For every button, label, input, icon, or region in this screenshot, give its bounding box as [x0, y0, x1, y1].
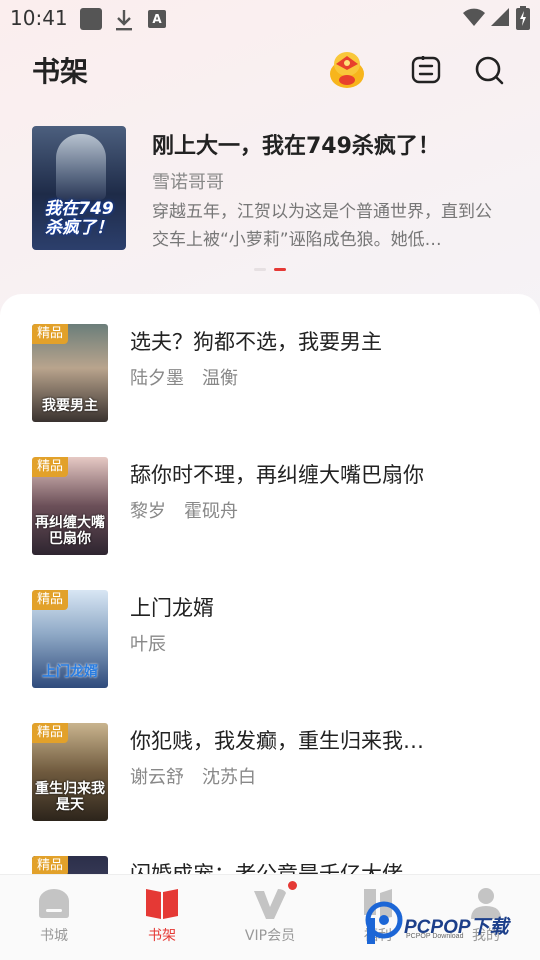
nav-label: 书城 [40, 928, 68, 944]
book-title: 闪婚成宠：老公竟是千亿大佬 [130, 862, 403, 874]
premium-badge: 精品 [32, 856, 68, 874]
vip-icon [254, 889, 286, 919]
download-notification-icon [113, 8, 135, 32]
list-item[interactable]: 精品 我要男主 选夫？狗都不选，我要男主 陆夕墨 温衡 [32, 324, 508, 424]
font-notification-icon: A [148, 10, 166, 28]
list-item[interactable]: 精品 闪婚成宠：老公竟是千亿大佬 [32, 856, 508, 874]
bookshelf-icon [146, 889, 178, 919]
cover-figure [56, 134, 106, 200]
book-cover: 精品 再纠缠大嘴巴扇你 [32, 457, 108, 555]
nav-item-vip[interactable]: VIP会员 [216, 875, 324, 960]
nav-label: VIP会员 [244, 928, 296, 944]
premium-badge: 精品 [32, 590, 68, 610]
book-author: 谢云舒 沈苏白 [130, 767, 256, 788]
notification-dot [288, 881, 297, 890]
watermark: PCPOP下载 PCPOP Download [364, 900, 540, 946]
nav-item-bookstore[interactable]: 书城 [0, 875, 108, 960]
book-cover: 精品 重生归来我是天 [32, 723, 108, 821]
book-author: 陆夕墨 温衡 [130, 368, 238, 389]
reward-mascot-icon [330, 52, 364, 88]
cover-text: 再纠缠大嘴巴扇你 [35, 515, 105, 547]
list-item[interactable]: 精品 重生归来我是天 你犯贱，我发癫，重生归来我… 谢云舒 沈苏白 [32, 723, 508, 823]
search-icon [475, 56, 504, 85]
gallery-notification-icon [80, 8, 102, 30]
cover-text: 我要男主 [42, 398, 98, 414]
reading-history-button[interactable] [406, 48, 446, 92]
battery-charging-icon [516, 6, 530, 34]
reward-button[interactable] [327, 48, 367, 92]
book-cover: 精品 我要男主 [32, 324, 108, 422]
status-bar: 10:41 A [0, 0, 540, 36]
featured-book-author: 雪诺哥哥 [152, 172, 224, 193]
pcpop-logo-icon [365, 901, 403, 944]
list-icon [411, 56, 441, 84]
book-title: 选夫？狗都不选，我要男主 [130, 330, 382, 354]
book-cover: 精品 上门龙婿 [32, 590, 108, 688]
status-time: 10:41 [10, 6, 68, 30]
book-author: 叶辰 [130, 634, 166, 655]
list-item[interactable]: 精品 再纠缠大嘴巴扇你 舔你时不理，再纠缠大嘴巴扇你 黎岁 霍砚舟 [32, 457, 508, 557]
nav-item-bookshelf[interactable]: 书架 [108, 875, 216, 960]
featured-book-card[interactable]: 我在749杀疯了！ 刚上大一，我在749杀疯了！ 雪诺哥哥 穿越五年，江贺以为这… [32, 126, 508, 252]
search-button[interactable] [469, 48, 509, 92]
list-item[interactable]: 精品 上门龙婿 上门龙婿 叶辰 [32, 590, 508, 690]
cover-text: 上门龙婿 [42, 664, 98, 680]
carousel-dot-active[interactable] [274, 268, 286, 271]
featured-book-title: 刚上大一，我在749杀疯了！ [152, 134, 440, 159]
bookstore-icon [39, 889, 69, 918]
featured-book-description: 穿越五年，江贺以为这是个普通世界，直到公交车上被“小萝莉”诬陷成色狼。她低… [152, 202, 492, 250]
bookshelf-list: 精品 我要男主 选夫？狗都不选，我要男主 陆夕墨 温衡 精品 再纠缠大嘴巴扇你 … [0, 294, 540, 874]
premium-badge: 精品 [32, 723, 68, 743]
book-author: 黎岁 霍砚舟 [130, 501, 238, 522]
premium-badge: 精品 [32, 324, 68, 344]
book-title: 你犯贱，我发癫，重生归来我… [130, 729, 424, 753]
cover-text: 重生归来我是天 [35, 781, 105, 813]
signal-icon [490, 6, 510, 32]
carousel-indicator [254, 268, 288, 272]
carousel-dot[interactable] [254, 268, 266, 271]
book-cover: 精品 [32, 856, 108, 874]
watermark-subtext: PCPOP Download [406, 933, 464, 940]
featured-book-cover: 我在749杀疯了！ [32, 126, 126, 250]
wifi-icon [462, 6, 486, 32]
premium-badge: 精品 [32, 457, 68, 477]
page-title: 书架 [32, 55, 89, 88]
book-title: 上门龙婿 [130, 596, 214, 620]
book-title: 舔你时不理，再纠缠大嘴巴扇你 [130, 463, 424, 487]
featured-cover-text: 我在749杀疯了！ [44, 199, 114, 238]
header: 书架 [0, 48, 540, 92]
nav-label: 书架 [148, 928, 176, 944]
